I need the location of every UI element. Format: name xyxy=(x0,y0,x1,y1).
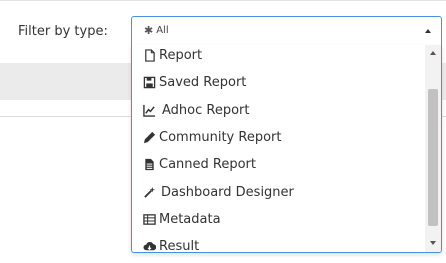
option-metadata[interactable]: Metadata xyxy=(142,208,221,230)
scroll-down-icon[interactable] xyxy=(430,241,436,245)
floppy-disk-icon xyxy=(142,75,157,89)
option-label: Metadata xyxy=(159,211,221,227)
magic-wand-icon xyxy=(142,185,157,199)
select-value: ✱ All xyxy=(144,25,169,36)
option-label: Dashboard Designer xyxy=(161,184,294,200)
option-dashboard-designer[interactable]: Dashboard Designer xyxy=(142,181,294,203)
caret-up-icon xyxy=(425,29,431,33)
option-label: Canned Report xyxy=(159,156,256,172)
pencil-icon xyxy=(142,130,157,144)
option-canned-report[interactable]: Canned Report xyxy=(142,153,256,175)
asterisk-icon: ✱ xyxy=(144,24,154,37)
option-label: Report xyxy=(159,47,203,63)
option-label: Saved Report xyxy=(159,74,247,90)
table-icon xyxy=(142,212,157,226)
option-adhoc-report[interactable]: Adhoc Report xyxy=(142,99,249,121)
type-select[interactable]: ✱ All xyxy=(131,16,442,46)
option-report[interactable]: Report xyxy=(142,45,202,66)
option-label: Adhoc Report xyxy=(162,102,250,118)
file-icon xyxy=(142,48,157,62)
type-dropdown-list[interactable]: Report Saved Report Adhoc Report Communi… xyxy=(131,45,442,253)
cloud-download-icon xyxy=(142,239,157,252)
option-community-report[interactable]: Community Report xyxy=(142,126,281,148)
scroll-thumb[interactable] xyxy=(428,89,438,226)
line-chart-icon xyxy=(142,103,157,117)
scroll-up-icon[interactable] xyxy=(430,51,436,55)
scrollbar[interactable] xyxy=(425,45,441,252)
option-saved-report[interactable]: Saved Report xyxy=(142,71,246,93)
selected-label: All xyxy=(156,25,169,36)
option-result[interactable]: Result xyxy=(142,235,200,253)
option-label: Community Report xyxy=(159,129,282,145)
filter-label: Filter by type: xyxy=(18,24,108,39)
document-icon xyxy=(142,157,157,171)
option-label: Result xyxy=(159,238,200,253)
